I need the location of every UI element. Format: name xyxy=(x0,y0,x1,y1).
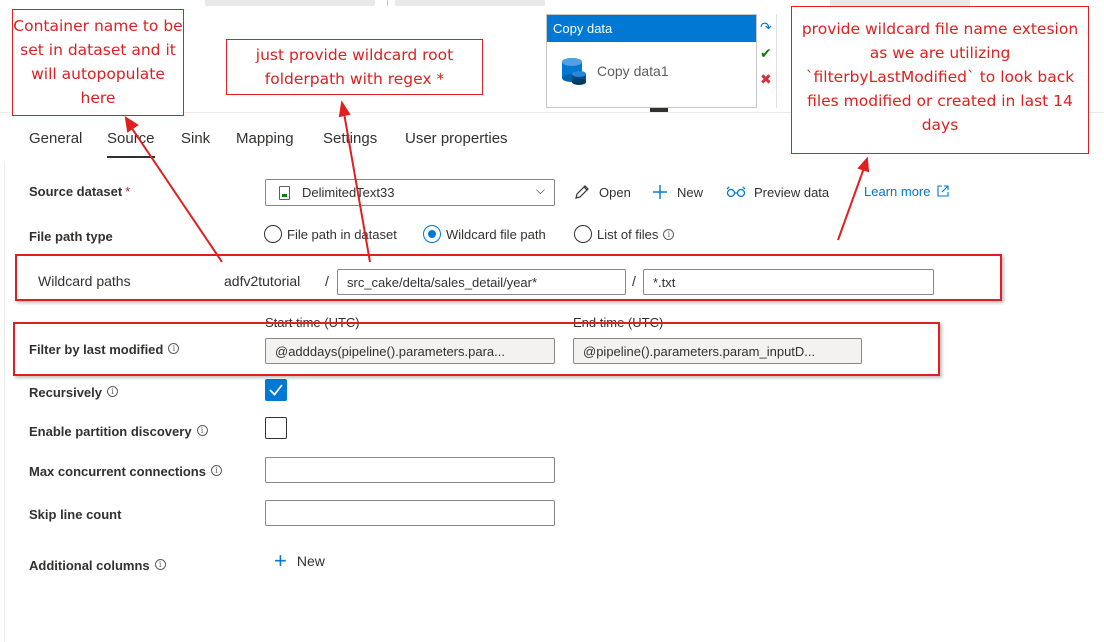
chevron-down-icon: ⌵ xyxy=(535,183,545,197)
pencil-icon xyxy=(575,185,589,199)
toolbar-fragment xyxy=(395,0,545,6)
radio-file-path-in-dataset[interactable]: File path in dataset xyxy=(264,225,397,243)
copy-data-activity[interactable]: Copy data Copy data1 xyxy=(546,14,757,108)
active-tab-indicator xyxy=(107,156,155,158)
tab-sink[interactable]: Sink xyxy=(181,130,210,147)
radio-circle[interactable] xyxy=(264,225,282,243)
learn-more-link[interactable]: Learn more xyxy=(864,184,949,199)
radio-list-of-files[interactable]: List of files i xyxy=(574,225,675,243)
source-dataset-value: DelimitedText33 xyxy=(302,185,395,200)
info-icon[interactable]: i xyxy=(210,465,222,476)
file-annotation: provide wildcard file name extesion as w… xyxy=(791,6,1089,154)
info-icon[interactable]: i xyxy=(107,386,118,397)
database-icon xyxy=(562,58,586,85)
toolbar-divider xyxy=(387,0,388,6)
delimited-text-file-icon xyxy=(279,186,290,200)
source-dataset-label: Source dataset * xyxy=(29,184,131,199)
skip-line-count-input[interactable] xyxy=(265,500,555,526)
plus-icon xyxy=(653,185,667,199)
tab-user-properties[interactable]: User properties xyxy=(405,130,508,147)
redo-icon[interactable]: ↷ xyxy=(760,20,772,34)
radio-circle[interactable] xyxy=(574,225,592,243)
radio-wildcard-file-path[interactable]: Wildcard file path xyxy=(423,225,546,243)
info-icon[interactable]: i xyxy=(663,228,675,240)
max-connections-label: Max concurrent connections i xyxy=(29,464,222,479)
tab-mapping[interactable]: Mapping xyxy=(236,130,294,147)
activity-side-actions: ↷ ✔ ✖ xyxy=(757,14,777,108)
info-icon[interactable]: i xyxy=(154,559,166,570)
plus-icon: + xyxy=(274,548,287,573)
add-column-button[interactable]: + New xyxy=(274,548,325,573)
activity-name: Copy data1 xyxy=(597,63,669,79)
source-dataset-dropdown[interactable]: DelimitedText33 ⌵ xyxy=(265,179,555,206)
radio-circle-selected[interactable] xyxy=(423,225,441,243)
recursively-label: Recursively i xyxy=(29,385,118,400)
activity-type-label: Copy data xyxy=(547,15,756,42)
new-dataset-button[interactable]: New xyxy=(651,183,703,201)
file-path-type-label: File path type xyxy=(29,229,113,244)
preview-data-button[interactable]: Preview data xyxy=(726,183,829,201)
partition-discovery-label: Enable partition discovery i xyxy=(29,424,208,439)
additional-columns-label: Additional columns i xyxy=(29,558,166,573)
wildcard-highlight-box xyxy=(15,254,1002,301)
external-link-icon xyxy=(937,185,949,197)
success-check-icon[interactable]: ✔ xyxy=(760,46,772,60)
max-connections-input[interactable] xyxy=(265,457,555,483)
panel-left-border xyxy=(4,162,5,642)
skip-line-count-label: Skip line count xyxy=(29,507,122,522)
info-icon[interactable]: i xyxy=(196,425,208,436)
open-dataset-button[interactable]: Open xyxy=(573,183,631,201)
recursively-checkbox[interactable] xyxy=(265,379,287,401)
toolbar-fragment xyxy=(205,0,375,6)
filter-highlight-box xyxy=(13,322,940,376)
tab-settings[interactable]: Settings xyxy=(323,130,377,147)
container-annotation: Container name to be set in dataset and … xyxy=(12,9,184,116)
tab-general[interactable]: General xyxy=(29,130,82,147)
folder-annotation: just provide wildcard root folderpath wi… xyxy=(226,39,483,95)
checkmark-icon xyxy=(269,384,283,396)
partition-discovery-checkbox[interactable] xyxy=(265,417,287,439)
glasses-icon xyxy=(726,186,746,198)
tab-source[interactable]: Source xyxy=(107,130,155,147)
failure-x-icon[interactable]: ✖ xyxy=(760,72,772,86)
